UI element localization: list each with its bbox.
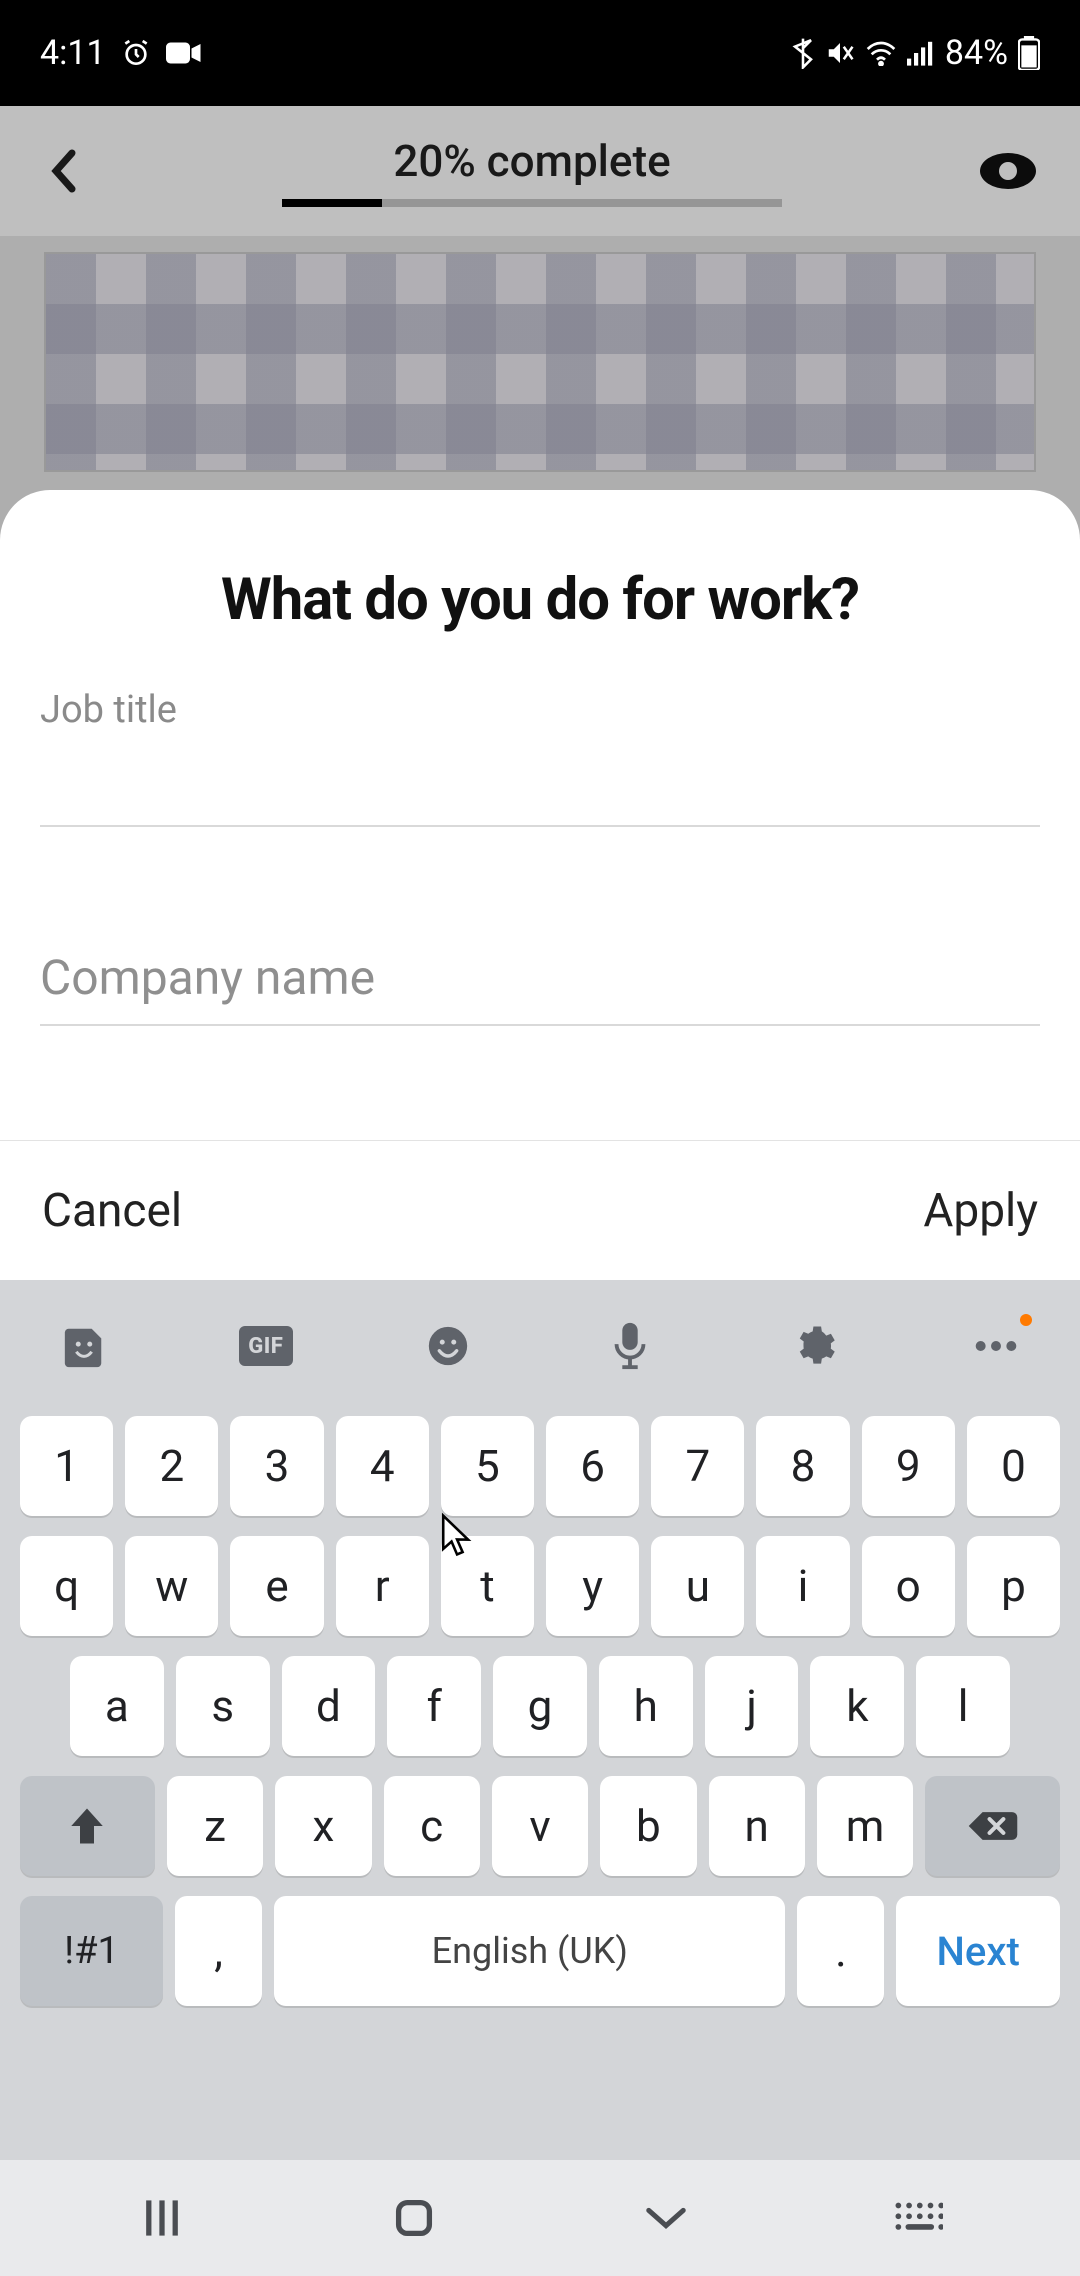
- key-comma[interactable]: ,: [175, 1896, 262, 2006]
- status-camera-icon: [166, 39, 202, 67]
- key-shift[interactable]: [20, 1776, 155, 1876]
- shift-icon: [67, 1805, 107, 1847]
- key-f[interactable]: f: [387, 1656, 481, 1756]
- key-c[interactable]: c: [384, 1776, 480, 1876]
- job-title-label: Job title: [40, 688, 1040, 732]
- soft-keyboard: GIF 1 2 3 4 5 6 7 8 9 0 q w: [0, 1280, 1080, 2160]
- key-6[interactable]: 6: [546, 1416, 639, 1516]
- key-next[interactable]: Next: [896, 1896, 1060, 2006]
- more-icon[interactable]: [968, 1318, 1024, 1374]
- key-t[interactable]: t: [441, 1536, 534, 1636]
- key-h[interactable]: h: [599, 1656, 693, 1756]
- key-i[interactable]: i: [756, 1536, 849, 1636]
- key-row-bottom: !#1 , English (UK) . Next: [20, 1896, 1060, 2006]
- key-2[interactable]: 2: [125, 1416, 218, 1516]
- key-n[interactable]: n: [709, 1776, 805, 1876]
- key-row-numbers: 1 2 3 4 5 6 7 8 9 0: [20, 1416, 1060, 1516]
- nav-home[interactable]: [374, 2189, 454, 2247]
- key-z[interactable]: z: [167, 1776, 263, 1876]
- key-4[interactable]: 4: [336, 1416, 429, 1516]
- battery-percent: 84%: [945, 33, 1008, 73]
- gif-icon[interactable]: GIF: [239, 1326, 293, 1366]
- key-s[interactable]: s: [176, 1656, 270, 1756]
- notification-dot: [1020, 1314, 1032, 1326]
- key-7[interactable]: 7: [651, 1416, 744, 1516]
- job-title-field: Job title: [0, 674, 1080, 827]
- key-r[interactable]: r: [336, 1536, 429, 1636]
- key-k[interactable]: k: [810, 1656, 904, 1756]
- nav-recents[interactable]: [122, 2189, 202, 2247]
- key-0[interactable]: 0: [967, 1416, 1060, 1516]
- key-x[interactable]: x: [275, 1776, 371, 1876]
- key-g[interactable]: g: [493, 1656, 587, 1756]
- job-title-input[interactable]: [40, 742, 1040, 827]
- mic-icon[interactable]: [602, 1318, 658, 1374]
- key-e[interactable]: e: [230, 1536, 323, 1636]
- key-backspace[interactable]: [925, 1776, 1060, 1876]
- nav-ime-switch[interactable]: [878, 2189, 958, 2247]
- key-w[interactable]: w: [125, 1536, 218, 1636]
- bluetooth-icon: [791, 37, 815, 69]
- status-bar: 4:11 84%: [0, 0, 1080, 106]
- battery-icon: [1018, 36, 1040, 70]
- key-row-asdf: a s d f g h j k l: [20, 1656, 1060, 1756]
- cancel-button[interactable]: Cancel: [42, 1184, 182, 1238]
- system-navbar: [0, 2160, 1080, 2276]
- mute-icon: [825, 38, 855, 68]
- key-m[interactable]: m: [817, 1776, 913, 1876]
- work-sheet: What do you do for work? Job title Cance…: [0, 490, 1080, 1280]
- key-row-qwerty: q w e r t y u i o p: [20, 1536, 1060, 1636]
- sticker-icon[interactable]: [56, 1318, 112, 1374]
- key-o[interactable]: o: [862, 1536, 955, 1636]
- key-l[interactable]: l: [916, 1656, 1010, 1756]
- signal-icon: [907, 40, 935, 66]
- key-p[interactable]: p: [967, 1536, 1060, 1636]
- company-field: [0, 927, 1080, 1026]
- apply-button[interactable]: Apply: [923, 1184, 1038, 1238]
- status-alarm-icon: [120, 37, 152, 69]
- key-row-zxcv: z x c v b n m: [20, 1776, 1060, 1876]
- nav-back[interactable]: [626, 2189, 706, 2247]
- key-symbols[interactable]: !#1: [20, 1896, 163, 2006]
- key-u[interactable]: u: [651, 1536, 744, 1636]
- company-input[interactable]: [40, 941, 1040, 1026]
- key-9[interactable]: 9: [862, 1416, 955, 1516]
- backspace-icon: [967, 1808, 1019, 1844]
- keyboard-toolbar: GIF: [0, 1280, 1080, 1412]
- key-y[interactable]: y: [546, 1536, 639, 1636]
- key-a[interactable]: a: [70, 1656, 164, 1756]
- key-v[interactable]: v: [492, 1776, 588, 1876]
- key-1[interactable]: 1: [20, 1416, 113, 1516]
- status-time: 4:11: [40, 33, 106, 73]
- key-q[interactable]: q: [20, 1536, 113, 1636]
- settings-icon[interactable]: [785, 1318, 841, 1374]
- key-8[interactable]: 8: [756, 1416, 849, 1516]
- key-d[interactable]: d: [282, 1656, 376, 1756]
- sheet-title: What do you do for work?: [0, 490, 1080, 674]
- key-3[interactable]: 3: [230, 1416, 323, 1516]
- key-b[interactable]: b: [600, 1776, 696, 1876]
- key-j[interactable]: j: [705, 1656, 799, 1756]
- key-period[interactable]: .: [797, 1896, 884, 2006]
- key-5[interactable]: 5: [441, 1416, 534, 1516]
- wifi-icon: [865, 40, 897, 66]
- key-space[interactable]: English (UK): [274, 1896, 785, 2006]
- sheet-actions: Cancel Apply: [0, 1140, 1080, 1280]
- emoji-icon[interactable]: [420, 1318, 476, 1374]
